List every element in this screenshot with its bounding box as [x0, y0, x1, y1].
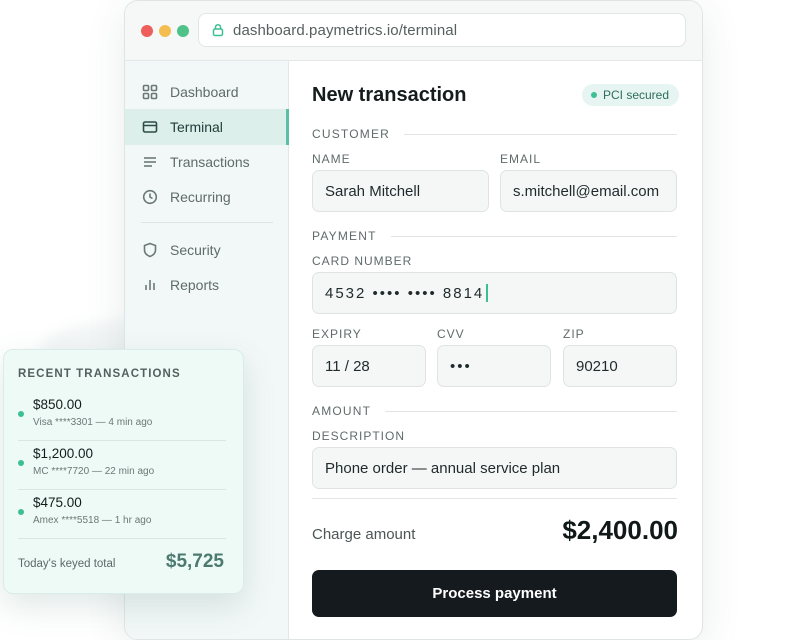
zip-field[interactable]: 90210 — [563, 345, 677, 387]
minimize-window-button[interactable] — [159, 24, 171, 37]
name-label: NAME — [312, 152, 351, 166]
status-dot-icon — [18, 411, 24, 417]
transaction-form: New transaction PCI secured CUSTOMER NAM… — [290, 61, 702, 639]
text-cursor — [486, 284, 488, 302]
expiry-field[interactable]: 11 / 28 — [312, 345, 426, 387]
bar-chart-icon — [145, 280, 155, 290]
description-label: DESCRIPTION — [312, 429, 406, 443]
name-field[interactable]: Sarah Mitchell — [312, 170, 489, 212]
close-window-button[interactable] — [141, 24, 153, 37]
cvv-field[interactable]: ••• — [437, 345, 551, 387]
sidebar-item-label: Dashboard — [170, 84, 239, 100]
transaction-amount: $850.00 — [33, 397, 82, 412]
zip-value: 90210 — [576, 357, 618, 375]
sidebar-item-label: Reports — [170, 277, 220, 293]
address-bar[interactable]: dashboard.paymetrics.io/terminal — [198, 13, 686, 47]
keyed-total-value: $5,725 — [165, 551, 224, 572]
status-badge-label: PCI secured — [603, 88, 670, 102]
status-dot-icon — [591, 92, 597, 98]
status-dot-icon — [18, 460, 24, 466]
transaction-amount: $475.00 — [33, 495, 82, 510]
card-icon — [142, 121, 158, 133]
sidebar-item-terminal[interactable]: Terminal — [125, 109, 289, 145]
shield-icon — [143, 242, 157, 258]
section-divider — [404, 133, 677, 135]
sidebar-item-label: Recurring — [170, 189, 231, 205]
expiry-value: 11 / 28 — [325, 357, 370, 375]
list-icon — [144, 157, 156, 167]
email-field[interactable]: s.mitchell@email.com — [500, 170, 677, 212]
zip-label: ZIP — [563, 327, 585, 341]
card-number-value: 4532 •••• •••• 8814 — [325, 284, 485, 302]
section-amount: AMOUNT — [312, 404, 677, 418]
description-field[interactable]: Phone order — annual service plan — [312, 447, 677, 489]
section-customer: CUSTOMER — [312, 127, 677, 141]
cvv-value: ••• — [450, 357, 472, 375]
recent-transactions-card: RECENT TRANSACTIONS $850.00 Visa ****330… — [3, 349, 244, 594]
charge-amount-value: $2,400.00 — [562, 515, 678, 545]
section-label: PAYMENT — [312, 229, 377, 243]
page-title: New transaction — [312, 84, 467, 106]
lock-icon — [212, 23, 224, 37]
section-divider — [390, 235, 677, 237]
transaction-amount: $1,200.00 — [33, 446, 94, 461]
card-number-label: CARD NUMBER — [312, 254, 413, 268]
list-item[interactable]: $850.00 Visa ****3301 — 4 min ago — [18, 393, 226, 441]
sidebar-item-recurring[interactable]: Recurring — [125, 179, 289, 215]
expiry-label: EXPIRY — [312, 327, 362, 341]
recent-transactions-title: RECENT TRANSACTIONS — [18, 368, 181, 380]
description-value: Phone order — annual service plan — [325, 459, 561, 477]
address-url: dashboard.paymetrics.io/terminal — [233, 21, 458, 39]
status-badge: PCI secured — [582, 84, 680, 106]
sidebar-item-label: Transactions — [170, 154, 250, 170]
charge-amount-label: Charge amount — [312, 526, 416, 543]
total-divider — [312, 498, 677, 499]
sidebar-item-security[interactable]: Security — [125, 232, 289, 268]
maximize-window-button[interactable] — [177, 24, 189, 37]
section-payment: PAYMENT — [312, 229, 677, 243]
cvv-label: CVV — [437, 327, 465, 341]
sidebar-item-reports[interactable]: Reports — [125, 267, 289, 303]
card-number-field[interactable]: 4532 •••• •••• 8814 — [312, 272, 677, 314]
browser-titlebar: dashboard.paymetrics.io/terminal — [125, 1, 702, 61]
section-label: CUSTOMER — [312, 127, 391, 141]
section-label: AMOUNT — [312, 404, 372, 418]
sidebar-item-dashboard[interactable]: Dashboard — [125, 74, 289, 110]
status-dot-icon — [18, 509, 24, 515]
transaction-meta: MC ****7720 — 22 min ago — [33, 466, 155, 477]
process-payment-button[interactable]: Process payment — [312, 570, 677, 617]
keyed-total-label: Today's keyed total — [18, 558, 116, 570]
clock-icon — [142, 189, 158, 205]
transaction-meta: Visa ****3301 — 4 min ago — [33, 417, 153, 428]
section-divider — [385, 410, 677, 412]
sidebar-item-label: Security — [170, 242, 221, 258]
transaction-meta: Amex ****5518 — 1 hr ago — [33, 515, 152, 526]
sidebar-divider — [141, 222, 273, 223]
sidebar-item-transactions[interactable]: Transactions — [125, 144, 289, 180]
sidebar-item-label: Terminal — [170, 119, 223, 135]
email-label: EMAIL — [500, 152, 542, 166]
name-value: Sarah Mitchell — [325, 182, 421, 200]
list-item[interactable]: $1,200.00 MC ****7720 — 22 min ago — [18, 442, 226, 490]
email-value: s.mitchell@email.com — [513, 182, 660, 200]
list-item[interactable]: $475.00 Amex ****5518 — 1 hr ago — [18, 491, 226, 539]
grid-icon — [142, 84, 158, 100]
